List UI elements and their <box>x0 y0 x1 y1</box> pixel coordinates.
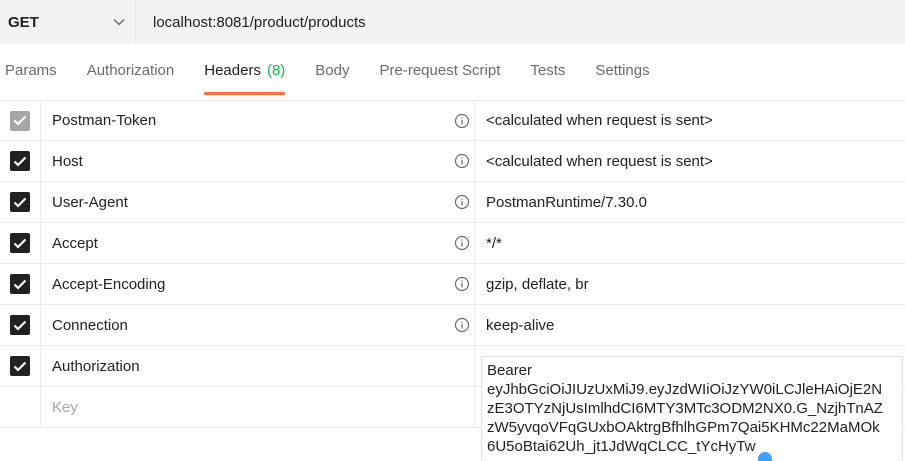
auth-value-line: zE3OTYzNjUsImlhdCI6MTY3MTc3ODM2NX0.G_Nzj… <box>487 400 883 417</box>
auth-value-line: Bearer <box>487 362 533 379</box>
header-key-cell[interactable]: Host <box>41 140 475 182</box>
request-url-bar: GET localhost:8081/product/products <box>0 0 905 44</box>
checkbox-cell <box>0 140 41 182</box>
chevron-down-icon <box>111 14 127 30</box>
header-value[interactable]: */* <box>475 223 905 264</box>
header-key-cell[interactable]: Accept <box>41 222 475 264</box>
row-checkbox <box>10 110 30 131</box>
info-circle-icon[interactable] <box>454 276 470 292</box>
table-row: Connection keep-alive <box>0 304 905 346</box>
checkbox-cell <box>0 181 41 223</box>
headers-count-badge: (8) <box>266 61 286 79</box>
header-key-cell[interactable]: Authorization <box>41 345 475 387</box>
authorization-value-editor[interactable]: Bearer eyJhbGciOiJIUzUxMiJ9.eyJzdWIiOiJz… <box>481 356 903 460</box>
header-value[interactable]: gzip, deflate, br <box>475 264 905 305</box>
header-key: User-Agent <box>52 193 128 211</box>
resize-handle[interactable] <box>758 452 772 461</box>
info-circle-icon[interactable] <box>454 153 470 169</box>
row-checkbox[interactable] <box>10 356 30 376</box>
tab-label: Tests <box>530 61 566 79</box>
tab-label: Params <box>5 61 57 79</box>
header-key: Host <box>52 152 83 170</box>
checkmark-icon <box>13 320 27 331</box>
checkmark-icon <box>13 197 27 208</box>
header-value[interactable]: <calculated when request is sent> <box>475 100 905 141</box>
checkmark-icon <box>13 361 27 372</box>
row-checkbox[interactable] <box>10 274 30 294</box>
tab-headers[interactable]: Headers (8) <box>204 44 286 96</box>
info-circle-icon[interactable] <box>454 235 470 251</box>
url-input[interactable]: localhost:8081/product/products <box>136 0 905 44</box>
tab-label: Body <box>315 61 350 79</box>
auth-value-line: 6U5oBtai62Uh_jt1JdWqCLCC_tYcHyTw <box>487 438 756 455</box>
checkbox-cell <box>0 345 41 387</box>
checkbox-cell <box>0 222 41 264</box>
tab-label: Headers <box>204 61 261 79</box>
checkmark-icon <box>13 115 27 126</box>
table-row: Accept-Encoding gzip, deflate, br <box>0 263 905 305</box>
header-value[interactable]: PostmanRuntime/7.30.0 <box>475 182 905 223</box>
method-label: GET <box>8 13 39 31</box>
method-select[interactable]: GET <box>0 0 136 44</box>
tab-pre-request-script[interactable]: Pre-request Script <box>380 44 501 96</box>
tab-params[interactable]: Params <box>5 44 57 96</box>
row-checkbox[interactable] <box>10 151 30 171</box>
tab-label: Pre-request Script <box>379 61 501 79</box>
info-circle-icon[interactable] <box>454 194 470 210</box>
checkmark-icon <box>13 156 27 167</box>
header-key: Connection <box>52 316 128 334</box>
checkbox-cell <box>0 304 41 346</box>
table-row: User-Agent PostmanRuntime/7.30.0 <box>0 181 905 223</box>
table-row: Postman-Token <calculated when request i… <box>0 100 905 141</box>
row-checkbox[interactable] <box>10 233 30 253</box>
auth-value-line: eyJhbGciOiJIUzUxMiJ9.eyJzdWIiOiJzYW0iLCJ… <box>487 381 883 398</box>
header-key: Accept <box>52 234 98 252</box>
header-key: Accept-Encoding <box>52 275 166 293</box>
header-key-cell[interactable]: Postman-Token <box>41 100 475 141</box>
checkbox-cell <box>0 386 41 428</box>
checkbox-cell <box>0 263 41 305</box>
header-key: Postman-Token <box>52 112 157 129</box>
header-value[interactable]: <calculated when request is sent> <box>475 141 905 182</box>
checkmark-icon <box>13 279 27 290</box>
info-circle-icon[interactable] <box>454 317 470 333</box>
checkbox-cell <box>0 100 41 141</box>
tab-authorization[interactable]: Authorization <box>87 44 175 96</box>
table-row: Host <calculated when request is sent> <box>0 140 905 182</box>
tab-label: Settings <box>595 61 650 79</box>
header-key-cell[interactable]: Accept-Encoding <box>41 263 475 305</box>
auth-value-line: zW5yvqoVFqGUxbOAktrgBfhlhGPm7Qai5KHMc22M… <box>487 419 880 436</box>
tab-settings[interactable]: Settings <box>595 44 649 96</box>
info-circle-icon[interactable] <box>454 113 470 129</box>
header-key: Authorization <box>52 357 140 375</box>
table-row: Accept */* <box>0 222 905 264</box>
checkmark-icon <box>13 238 27 249</box>
header-value[interactable]: keep-alive <box>475 305 905 346</box>
header-key-cell[interactable]: User-Agent <box>41 181 475 223</box>
row-checkbox[interactable] <box>10 192 30 212</box>
new-key-input[interactable]: Key <box>41 386 475 428</box>
row-checkbox[interactable] <box>10 315 30 335</box>
request-tabs: Params Authorization Headers (8) Body Pre… <box>0 44 905 96</box>
tab-label: Authorization <box>86 61 175 79</box>
header-key-cell[interactable]: Connection <box>41 304 475 346</box>
tab-tests[interactable]: Tests <box>530 44 565 96</box>
tab-body[interactable]: Body <box>315 44 349 96</box>
